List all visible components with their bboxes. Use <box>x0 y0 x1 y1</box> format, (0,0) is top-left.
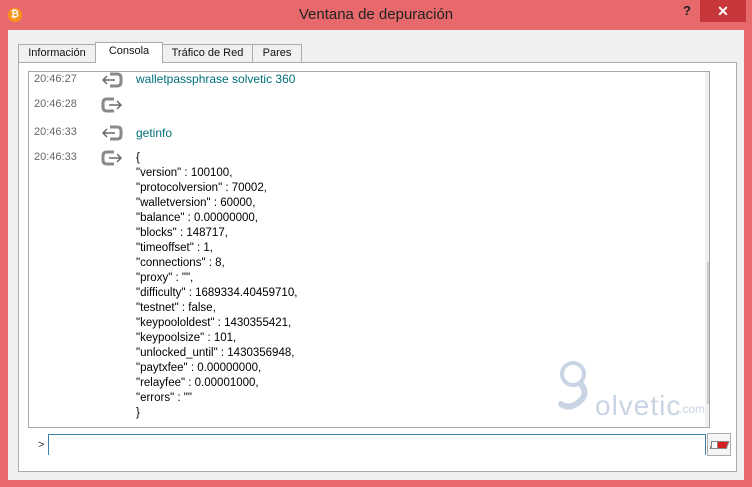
message-time: 20:46:33 <box>34 126 77 138</box>
console-panel: 20:46:27 walletpassphrase solvetic 360 2… <box>18 62 737 472</box>
scrollbar-thumb[interactable] <box>707 262 709 404</box>
scroll-down-arrow-icon[interactable]: ▼ <box>705 410 709 427</box>
window-title: Ventana de depuración <box>298 6 454 23</box>
title-bar: ₿ Ventana de depuración ? ✕ <box>0 0 752 30</box>
tab-trafico-de-red[interactable]: Tráfico de Red <box>162 44 253 62</box>
message-text: { "version" : 100100, "protocolversion" … <box>136 152 298 419</box>
message-time: 20:46:28 <box>34 98 77 110</box>
solvetic-watermark: olvetic .com <box>551 360 709 421</box>
tab-consola[interactable]: Consola <box>95 42 163 63</box>
message-text: walletpassphrase solvetic 360 <box>136 72 296 86</box>
console-output[interactable]: 20:46:27 walletpassphrase solvetic 360 2… <box>28 71 710 428</box>
tab-informacion[interactable]: Información <box>18 44 96 62</box>
tab-pares[interactable]: Pares <box>252 44 302 62</box>
console-input-wrapper <box>48 434 706 455</box>
watermark-suffix: .com <box>679 402 706 416</box>
arrow-left-icon <box>101 125 123 141</box>
console-input[interactable] <box>49 435 705 455</box>
watermark-text: olvetic <box>595 390 682 421</box>
help-button[interactable]: ? <box>678 2 696 20</box>
arrow-right-icon <box>101 150 123 166</box>
clear-console-button[interactable] <box>707 433 731 456</box>
message-time: 20:46:33 <box>34 151 77 163</box>
console-prompt: > <box>38 439 45 451</box>
message-text: getinfo <box>136 126 173 140</box>
message-time: 20:46:27 <box>34 73 77 85</box>
scroll-up-arrow-icon[interactable]: ▲ <box>705 72 709 89</box>
arrow-right-icon <box>101 97 123 113</box>
close-button[interactable]: ✕ <box>700 0 746 22</box>
debug-window: Información Consola Tráfico de Red Pares… <box>8 30 744 480</box>
vertical-scrollbar[interactable]: ▲ ▼ <box>705 72 709 427</box>
arrow-left-icon <box>101 72 123 88</box>
